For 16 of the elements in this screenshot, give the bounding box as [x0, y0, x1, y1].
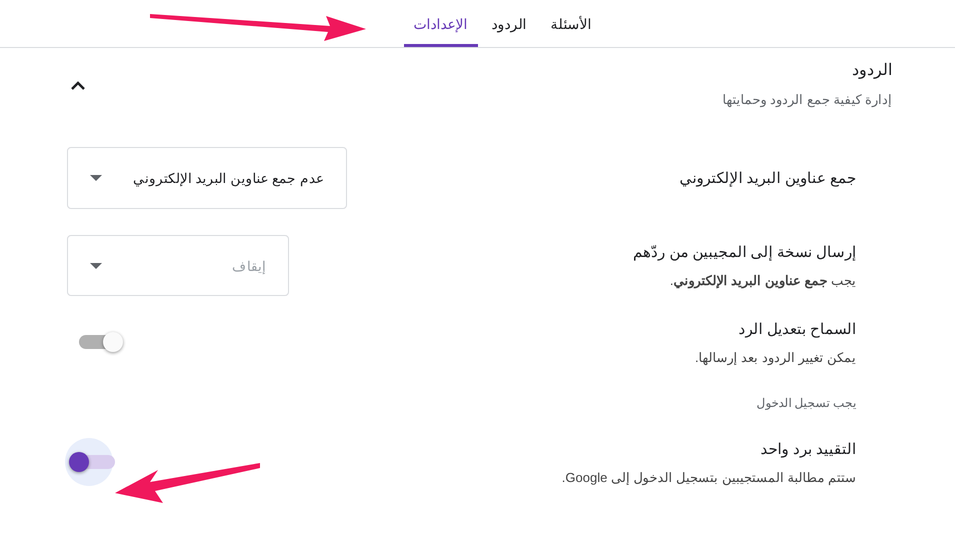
note-text: يجب تسجيل الدخول	[756, 396, 856, 410]
setting-label: إرسال نسخة إلى المجيبين من ردّهم	[633, 243, 856, 261]
setting-description: يمكن تغيير الردود بعد إرسالها.	[694, 350, 856, 364]
setting-label: التقييد برد واحد	[760, 440, 856, 458]
setting-label: جمع عناوين البريد الإلكتروني	[679, 169, 856, 187]
section-title: الردود	[851, 61, 892, 80]
dropdown[interactable]: عدم جمع عناوين البريد الإلكتروني	[67, 147, 347, 209]
section-subtitle: إدارة كيفية جمع الردود وحمايتها	[722, 92, 892, 107]
setting-description: يجب جمع عناوين البريد الإلكتروني.	[668, 273, 856, 288]
tab[interactable]: الردود	[482, 0, 536, 47]
dropdown-arrow-icon	[90, 262, 102, 268]
setting-label: السماح بتعديل الرد	[738, 320, 856, 338]
setting-description: ستتم مطالبة المستجيبين بتسجيل الدخول إلى Google.	[562, 470, 856, 484]
dropdown-arrow-icon	[90, 175, 102, 181]
tab[interactable]: الأسئلة	[540, 0, 602, 47]
tab[interactable]: الإعدادات	[404, 0, 478, 47]
